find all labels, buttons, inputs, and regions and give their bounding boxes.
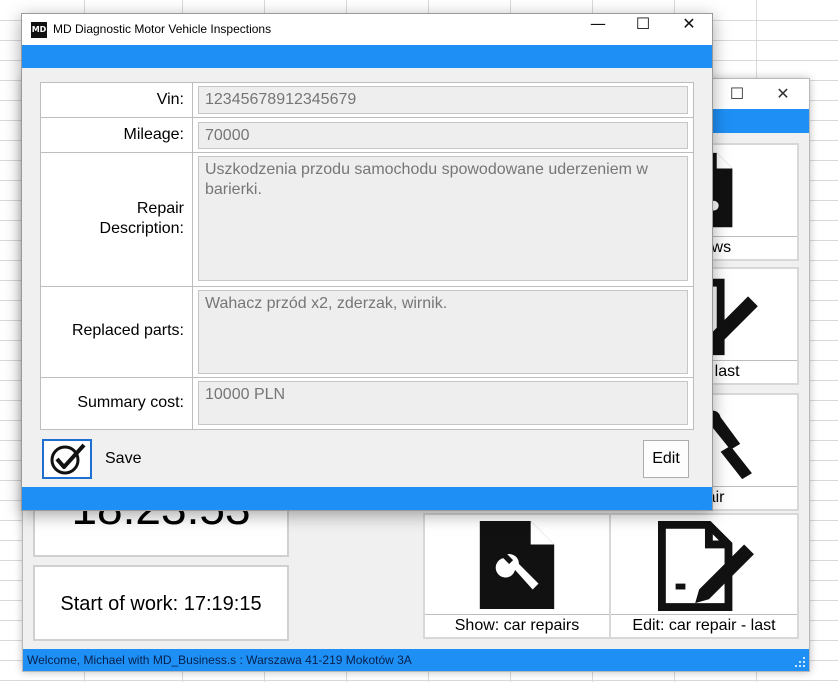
repair-form: Vin: 12345678912345679 Mileage: 70000 Re… <box>40 82 694 430</box>
dialog-title: MD Diagnostic Motor Vehicle Inspections <box>53 22 272 36</box>
tile-edit-car-repair-last[interactable]: Edit: car repair - last <box>609 513 799 639</box>
dialog-header-bar <box>22 45 712 68</box>
replaced-parts-field[interactable]: Wahacz przód x2, zderzak, wirnik. <box>198 290 688 374</box>
vin-field[interactable]: 12345678912345679 <box>198 86 688 114</box>
tile-show-car-repairs[interactable]: Show: car repairs <box>423 513 611 639</box>
minimize-button[interactable]: — <box>575 14 621 45</box>
status-bar: Welcome, Michael with MD_Business.s : Wa… <box>23 649 809 671</box>
main-maximize-button[interactable]: ☐ <box>723 83 751 105</box>
mileage-field[interactable]: 70000 <box>198 122 688 149</box>
mileage-row: Mileage: 70000 <box>41 118 693 153</box>
start-of-work-box: Start of work: 17:19:15 <box>33 565 289 641</box>
main-close-button[interactable]: ✕ <box>769 83 797 105</box>
label-cell: Repair Description: <box>41 153 193 286</box>
label-cell: Replaced parts: <box>41 287 193 377</box>
tile-label: Edit: car repair - last <box>611 614 797 637</box>
label-cell: Mileage: <box>41 118 193 152</box>
edit-document-icon <box>657 520 754 612</box>
start-of-work-text: Start of work: 17:19:15 <box>60 593 262 615</box>
label-cell: Vin: <box>41 83 193 117</box>
resize-grip-icon[interactable] <box>794 656 806 668</box>
edit-button[interactable]: Edit <box>643 440 689 478</box>
dialog-footer-bar <box>22 487 712 510</box>
tile-label: Show: car repairs <box>425 614 609 637</box>
replaced-parts-label: Replaced parts: <box>71 322 184 339</box>
repair-description-label: Repair Description: <box>99 200 184 237</box>
dialog-titlebar[interactable]: MD MD Diagnostic Motor Vehicle Inspectio… <box>22 14 712 45</box>
mileage-label: Mileage: <box>123 126 184 143</box>
summary-cost-label: Summary cost: <box>77 394 184 411</box>
app-logo-icon: MD <box>31 22 47 38</box>
save-label[interactable]: Save <box>105 450 141 468</box>
maximize-button[interactable]: ☐ <box>620 14 666 45</box>
repair-description-row: Repair Description: Uszkodzenia przodu s… <box>41 153 693 287</box>
document-wrench-icon <box>479 520 555 610</box>
inspection-dialog: MD MD Diagnostic Motor Vehicle Inspectio… <box>21 13 713 511</box>
status-text: Welcome, Michael with MD_Business.s : Wa… <box>27 653 412 667</box>
label-cell: Summary cost: <box>41 378 193 429</box>
vin-label: Vin: <box>156 91 184 108</box>
replaced-parts-row: Replaced parts: Wahacz przód x2, zderzak… <box>41 287 693 378</box>
summary-cost-field[interactable]: 10000 PLN <box>198 381 688 425</box>
save-button[interactable] <box>42 439 92 479</box>
close-button[interactable]: ✕ <box>666 14 712 45</box>
summary-cost-row: Summary cost: 10000 PLN <box>41 378 693 429</box>
checkmark-circle-icon <box>50 443 86 475</box>
vin-row: Vin: 12345678912345679 <box>41 83 693 118</box>
repair-description-field[interactable]: Uszkodzenia przodu samochodu spowodowane… <box>198 156 688 281</box>
